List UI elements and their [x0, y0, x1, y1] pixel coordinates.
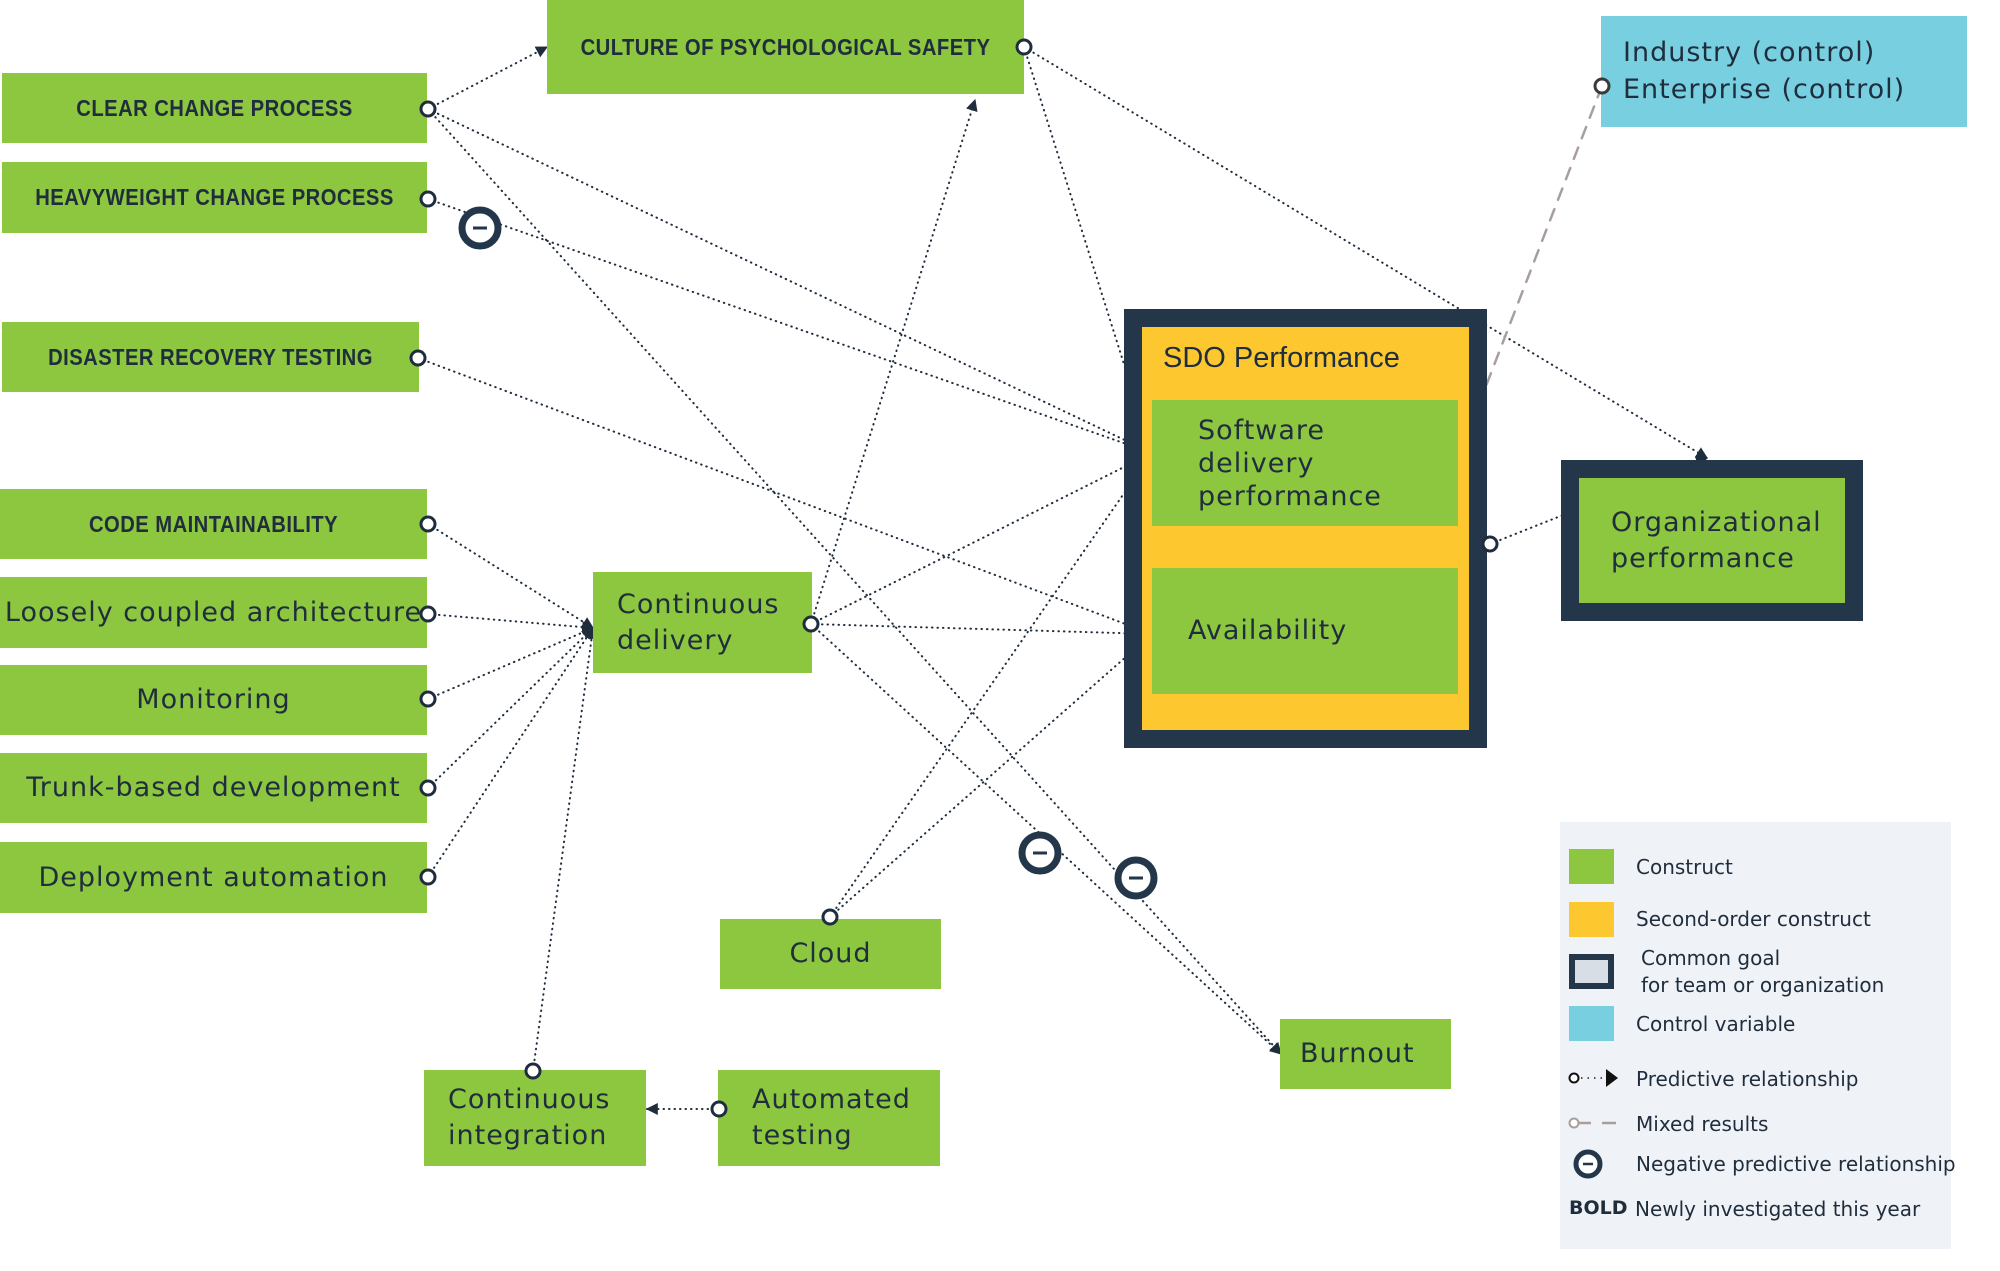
edge-continuous-delivery-to-culture: [810, 98, 978, 625]
node-sdo-performance: SDO Performance Software delivery perfor…: [1124, 309, 1487, 748]
edge-clear-change-to-software-delivery: [427, 108, 1154, 454]
node-label-line: delivery: [1198, 447, 1315, 479]
node-clear-change-process: CLEAR CHANGE PROCESS: [2, 73, 427, 143]
control-enterprise: Enterprise (control): [1623, 74, 1906, 105]
node-label: CLEAR CHANGE PROCESS: [76, 94, 353, 121]
edge-loosely-coupled-to-continuous-delivery: [427, 613, 595, 634]
legend-negative-label: Negative predictive relationship: [1636, 1152, 1956, 1176]
edge-deployment-automation-to-continuous-delivery: [427, 626, 594, 878]
sdo-title: SDO Performance: [1163, 342, 1400, 374]
node-deployment-automation: Deployment automation: [0, 842, 427, 913]
legend-bold-label: Newly investigated this year: [1635, 1197, 1921, 1221]
node-culture-of-psychological-safety: CULTURE OF PSYCHOLOGICAL SAFETY: [547, 0, 1024, 94]
control-industry: Industry (control): [1623, 37, 1876, 68]
edge-monitoring-to-continuous-delivery: [427, 626, 595, 700]
node-label: Cloud: [789, 938, 872, 969]
node-label-line: Automated: [752, 1084, 911, 1115]
node-label: CODE MAINTAINABILITY: [88, 510, 339, 537]
legend-control-label: Control variable: [1636, 1012, 1796, 1036]
node-label: Continuous delivery: [617, 587, 780, 659]
edge-clear-change-to-culture: [427, 46, 549, 110]
legend-negative-icon: [1573, 1149, 1603, 1179]
negative-relationship-icon: [1018, 831, 1062, 875]
node-label: Continuous integration: [448, 1082, 611, 1154]
node-control-variables: Industry (control) Enterprise (control): [1601, 16, 1967, 127]
node-label-line: Organizational: [1611, 506, 1822, 538]
node-availability: Availability: [1152, 568, 1458, 694]
node-organizational-performance: Organizational performance: [1561, 460, 1863, 621]
legend: Construct Second-order construct Common …: [1560, 822, 1956, 1249]
node-continuous-delivery: Continuous delivery: [593, 572, 812, 673]
legend-construct-swatch: [1569, 849, 1614, 884]
legend-mixed-icon: [1568, 1117, 1616, 1129]
node-label: DISASTER RECOVERY TESTING: [48, 343, 373, 370]
legend-common-goal-label: Common goal for team or organization: [1641, 945, 1884, 999]
node-heavyweight-change-process: HEAVYWEIGHT CHANGE PROCESS: [2, 162, 427, 233]
legend-mixed-label: Mixed results: [1636, 1112, 1769, 1136]
edge-continuous-integration-to-continuous-delivery: [532, 626, 598, 1072]
node-label: Availability: [1188, 615, 1348, 646]
org-performance-inner: Organizational performance: [1579, 478, 1845, 603]
edge-trunk-based-to-continuous-delivery: [427, 627, 594, 789]
node-label: Loosely coupled architecture: [4, 596, 423, 628]
edge-code-maintainability-to-continuous-delivery: [427, 523, 595, 629]
edge-continuous-delivery-to-availability: [810, 623, 1154, 640]
legend-predictive-icon: [1568, 1069, 1618, 1087]
node-continuous-integration: Continuous integration: [424, 1070, 646, 1166]
node-label: Monitoring: [136, 684, 291, 715]
node-label-line: Continuous: [617, 588, 780, 620]
node-trunk-based-development: Trunk-based development: [0, 753, 427, 823]
node-label-line: performance: [1198, 480, 1382, 512]
node-label-line: testing: [752, 1120, 853, 1151]
node-label-line: Continuous: [448, 1084, 611, 1115]
legend-predictive-label: Predictive relationship: [1636, 1067, 1859, 1091]
legend-common-goal-line: Common goal: [1641, 946, 1781, 970]
legend-second-order-swatch: [1569, 902, 1614, 937]
negative-relationship-icon: [458, 206, 502, 250]
node-monitoring: Monitoring: [0, 665, 427, 735]
node-label: Trunk-based development: [26, 772, 401, 803]
edge-heavyweight-change-to-software-delivery: [427, 198, 1154, 456]
node-automated-testing: Automated testing: [718, 1070, 940, 1166]
node-loosely-coupled-architecture: Loosely coupled architecture: [0, 577, 427, 648]
edge-continuous-delivery-to-software-delivery: [810, 452, 1154, 625]
edge-cloud-to-availability: [829, 633, 1153, 918]
node-label-line: integration: [448, 1120, 608, 1151]
node-disaster-recovery-testing: DISASTER RECOVERY TESTING: [2, 322, 419, 392]
node-label: Deployment automation: [38, 861, 389, 893]
node-label: HEAVYWEIGHT CHANGE PROCESS: [35, 184, 394, 210]
legend-construct-label: Construct: [1636, 855, 1733, 879]
node-label: Organizational performance: [1611, 505, 1822, 577]
node-label-line: Software: [1198, 414, 1326, 446]
legend-control-swatch: [1569, 1006, 1614, 1041]
negative-relationship-icon: [1114, 856, 1158, 900]
node-burnout: Burnout: [1280, 1019, 1451, 1089]
node-label-line: delivery: [617, 624, 734, 656]
node-label-line: performance: [1611, 542, 1795, 574]
legend-common-goal-swatch: [1569, 954, 1614, 989]
node-label: Software delivery performance: [1198, 414, 1382, 513]
legend-bold-key: BOLD: [1569, 1197, 1628, 1219]
legend-second-order-label: Second-order construct: [1636, 907, 1871, 931]
edge-cloud-to-software-delivery: [829, 452, 1153, 918]
legend-common-goal-line: for team or organization: [1641, 973, 1885, 997]
node-label: Automated testing: [752, 1082, 911, 1154]
node-label: Burnout: [1300, 1038, 1415, 1069]
node-software-delivery-performance: Software delivery performance: [1152, 400, 1458, 526]
node-cloud: Cloud: [720, 919, 941, 989]
node-label: CULTURE OF PSYCHOLOGICAL SAFETY: [580, 33, 991, 60]
node-code-maintainability: CODE MAINTAINABILITY: [0, 489, 427, 559]
